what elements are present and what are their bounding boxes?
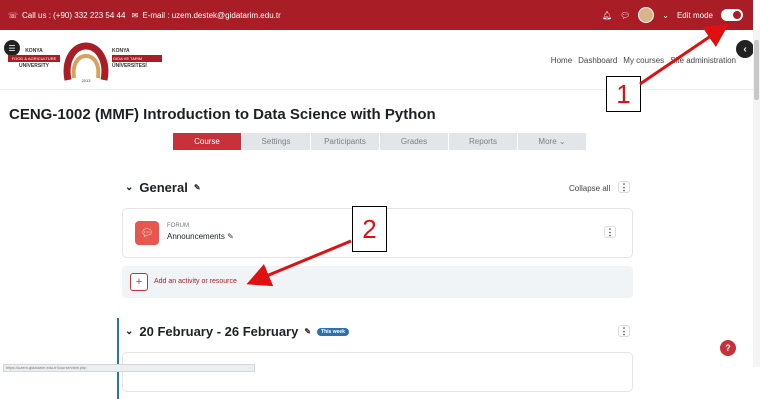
section-title: 20 February - 26 February: [139, 324, 299, 339]
section-week-header: ⌄ 20 February - 26 February ✎ This week: [125, 324, 349, 339]
user-controls: 🔔︎ 💬︎ ⌄ Edit mode: [602, 0, 743, 30]
chevron-down-icon[interactable]: ⌄: [125, 182, 133, 193]
contact-info: ☏ Call us : (+90) 332 223 54 44 ✉ E-mail…: [8, 11, 281, 20]
primary-navigation: Home Dashboard My courses Site administr…: [551, 56, 736, 65]
logo-line: KONYA: [25, 48, 43, 54]
browser-status-bar: https://uzem.gidatarim.edu.tr/course/vie…: [3, 364, 255, 372]
tab-more[interactable]: More ⌄: [518, 133, 586, 150]
chevron-left-icon: ‹: [743, 43, 747, 55]
tab-reports[interactable]: Reports: [449, 133, 517, 150]
chevron-down-icon[interactable]: ⌄: [662, 11, 669, 20]
phone-text: Call us : (+90) 332 223 54 44: [22, 10, 126, 20]
forum-icon: 💬︎: [135, 221, 159, 245]
collapse-all-link[interactable]: Collapse all: [569, 184, 610, 193]
activity-type: FORUM: [167, 223, 189, 229]
pencil-icon[interactable]: ✎: [194, 183, 201, 192]
logo-tag: FOOD & AGRICULTURE: [8, 55, 60, 62]
kebab-icon: ⋮: [619, 325, 629, 336]
plus-icon[interactable]: +: [130, 273, 148, 291]
edit-mode-label: Edit mode: [676, 10, 713, 20]
university-emblem[interactable]: 2013: [60, 40, 112, 84]
pencil-icon[interactable]: ✎: [304, 327, 311, 336]
top-contact-bar: ☏ Call us : (+90) 332 223 54 44 ✉ E-mail…: [0, 0, 753, 30]
activity-card: [122, 352, 633, 392]
activity-name-text[interactable]: Announcements: [167, 232, 225, 241]
kebab-icon: ⋮: [605, 226, 615, 237]
block-drawer-button[interactable]: ‹: [736, 40, 754, 58]
logo-line: KONYA: [112, 48, 130, 54]
section-title: General: [139, 180, 188, 195]
logo-line: UNIVERSITY: [18, 63, 49, 69]
nav-my-courses[interactable]: My courses: [623, 56, 664, 65]
annotation-box-2: 2: [352, 206, 387, 252]
help-button[interactable]: ?: [720, 340, 736, 356]
section-menu-button[interactable]: ⋮: [618, 181, 630, 193]
question-icon: ?: [725, 343, 731, 353]
logo-turkish[interactable]: KONYA GIDA VE TARIM ÜNİVERSİTESİ: [112, 48, 162, 69]
chat-icon[interactable]: 💬︎: [620, 11, 630, 20]
this-week-badge: This week: [317, 327, 349, 336]
course-tabs: Course Settings Participants Grades Repo…: [173, 133, 587, 150]
section-menu-button[interactable]: ⋮: [618, 325, 630, 337]
nav-dashboard[interactable]: Dashboard: [578, 56, 617, 65]
kebab-icon: ⋮: [619, 181, 629, 192]
pencil-icon[interactable]: ✎: [227, 232, 234, 241]
scrollbar-thumb[interactable]: [754, 40, 759, 100]
tab-settings[interactable]: Settings: [242, 133, 310, 150]
avatar[interactable]: [638, 7, 655, 23]
annotation-box-1: 1: [606, 76, 641, 112]
email-text: E-mail : uzem.destek@gidatarim.edu.tr: [142, 10, 281, 20]
nav-site-administration[interactable]: Site administration: [670, 56, 736, 65]
activity-menu-button[interactable]: ⋮: [604, 226, 616, 238]
section-general-header: ⌄ General ✎: [125, 180, 201, 195]
logo-year: 2013: [82, 78, 92, 83]
chevron-down-icon[interactable]: ⌄: [125, 326, 133, 337]
bell-icon[interactable]: 🔔︎: [602, 11, 612, 20]
mail-icon: ✉: [129, 10, 139, 20]
nav-home[interactable]: Home: [551, 56, 572, 65]
page-title: CENG-1002 (MMF) Introduction to Data Sci…: [9, 106, 436, 123]
tab-course[interactable]: Course: [173, 133, 241, 150]
add-activity-link[interactable]: Add an activity or resource: [154, 278, 237, 285]
edit-mode-toggle[interactable]: [721, 9, 743, 21]
tab-participants[interactable]: Participants: [311, 133, 379, 150]
add-activity-bar[interactable]: + Add an activity or resource: [122, 266, 633, 298]
logo-tag: GIDA VE TARIM: [112, 55, 162, 62]
logo-line: ÜNİVERSİTESİ: [112, 63, 147, 69]
phone-icon: ☏: [8, 10, 19, 20]
tab-grades[interactable]: Grades: [380, 133, 448, 150]
logo-english[interactable]: KONYA FOOD & AGRICULTURE UNIVERSITY: [8, 48, 60, 69]
activity-name[interactable]: Announcements ✎: [167, 232, 234, 241]
